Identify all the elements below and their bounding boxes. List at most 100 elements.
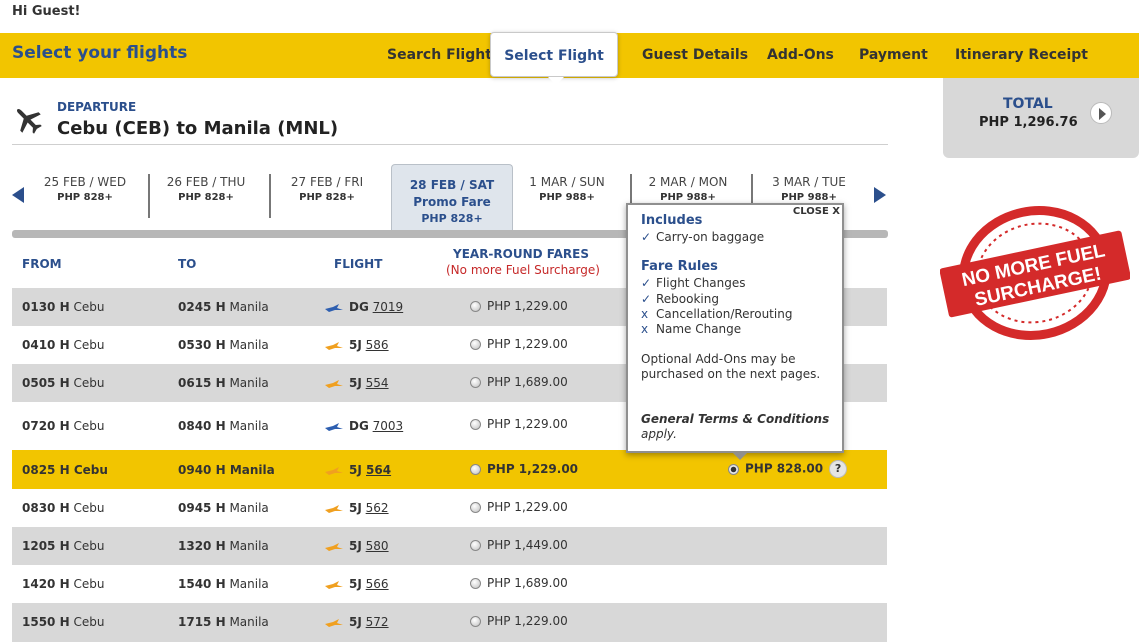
fare-price: PHP 1,229.00 bbox=[487, 500, 568, 514]
nav-search-flight[interactable]: Search Flight bbox=[387, 47, 492, 63]
arr-time: 0530 H bbox=[178, 338, 226, 352]
fare-radio[interactable] bbox=[470, 464, 481, 475]
fare-radio[interactable] bbox=[470, 578, 481, 589]
date-price: PHP 828+ bbox=[57, 192, 113, 203]
dep-time: 0410 H bbox=[22, 338, 70, 352]
flight-number-link[interactable]: 580 bbox=[366, 539, 389, 553]
dep-time: 0825 H bbox=[22, 463, 70, 477]
table-row: 0830 H Cebu 0945 H Manila 5J 562 PHP 1,2… bbox=[12, 489, 887, 527]
flight-number-link[interactable]: 564 bbox=[366, 463, 391, 477]
check-icon: ✓ bbox=[641, 276, 652, 290]
fare-radio[interactable] bbox=[470, 616, 481, 627]
rule-item: x Name Change bbox=[641, 322, 742, 336]
fare-price: PHP 1,229.00 bbox=[487, 614, 568, 628]
date-price: PHP 988+ bbox=[660, 192, 716, 203]
page-title: Select your flights bbox=[12, 43, 188, 63]
date-tab-27-feb[interactable]: 27 FEB / FRI PHP 828+ bbox=[267, 175, 387, 203]
nav-payment[interactable]: Payment bbox=[859, 47, 928, 63]
column-header-to: TO bbox=[178, 257, 197, 271]
flight-number-link[interactable]: 572 bbox=[366, 615, 389, 629]
dep-time: 1420 H bbox=[22, 577, 70, 591]
flight-code: 5J bbox=[349, 376, 362, 390]
date-tab-1-mar[interactable]: 1 MAR / SUN PHP 988+ bbox=[507, 175, 627, 203]
fare-price: PHP 1,229.00 bbox=[487, 417, 568, 431]
dep-time: 1205 H bbox=[22, 539, 70, 553]
fare-price: PHP 1,449.00 bbox=[487, 538, 568, 552]
fare-rules-heading: Fare Rules bbox=[641, 259, 718, 274]
dep-city: Cebu bbox=[73, 376, 105, 390]
no-fuel-surcharge-stamp: NO MORE FUEL SURCHARGE! bbox=[940, 206, 1130, 340]
fare-radio[interactable] bbox=[470, 339, 481, 350]
arr-time: 1715 H bbox=[178, 615, 226, 629]
arr-city: Manila bbox=[229, 376, 269, 390]
flight-code: 5J bbox=[349, 463, 362, 477]
check-icon: ✓ bbox=[641, 230, 652, 244]
flight-code: DG bbox=[349, 419, 369, 433]
nav-guest-details[interactable]: Guest Details bbox=[642, 47, 748, 63]
fare-price: PHP 1,689.00 bbox=[487, 576, 568, 590]
promo-fare-label: Promo Fare bbox=[413, 195, 491, 209]
arr-city: Manila bbox=[229, 501, 269, 515]
dep-time: 0505 H bbox=[22, 376, 70, 390]
arr-time: 0940 H bbox=[178, 463, 226, 477]
flight-code: 5J bbox=[349, 539, 362, 553]
fare-price: PHP 1,229.00 bbox=[487, 462, 579, 476]
cebgo-logo-icon bbox=[325, 303, 343, 312]
fare-info-popup: CLOSE X Includes ✓ Carry-on baggage Fare … bbox=[626, 203, 844, 453]
terms-link[interactable]: General Terms & Conditions bbox=[641, 412, 829, 426]
divider bbox=[12, 144, 888, 145]
departure-label: DEPARTURE bbox=[57, 100, 137, 114]
total-panel: TOTAL PHP 1,296.76 bbox=[943, 78, 1139, 158]
nav-itinerary-receipt[interactable]: Itinerary Receipt bbox=[955, 47, 1088, 63]
arr-city: Manila bbox=[229, 463, 275, 477]
fare-radio[interactable] bbox=[470, 502, 481, 513]
arr-time: 0840 H bbox=[178, 419, 226, 433]
next-dates-arrow-icon[interactable] bbox=[874, 187, 886, 203]
date-tab-25-feb[interactable]: 25 FEB / WED PHP 828+ bbox=[25, 175, 145, 203]
popup-close-button[interactable]: CLOSE X bbox=[793, 206, 840, 217]
flight-number-link[interactable]: 562 bbox=[366, 501, 389, 515]
flight-number-link[interactable]: 7003 bbox=[373, 419, 404, 433]
date-label: 27 FEB / FRI bbox=[290, 175, 364, 189]
flight-code: DG bbox=[349, 300, 369, 314]
dep-city: Cebu bbox=[73, 419, 105, 433]
airplane-icon bbox=[16, 108, 42, 134]
fare-radio[interactable] bbox=[470, 377, 481, 388]
help-icon[interactable]: ? bbox=[829, 460, 848, 478]
check-icon: ✓ bbox=[641, 292, 652, 306]
nav-add-ons[interactable]: Add-Ons bbox=[767, 47, 834, 63]
table-row: 1420 H Cebu 1540 H Manila 5J 566 PHP 1,6… bbox=[12, 565, 887, 603]
flight-number-link[interactable]: 586 bbox=[366, 338, 389, 352]
table-row-selected: 0825 H Cebu 0940 H Manila 5J 564 PHP 1,2… bbox=[12, 450, 887, 489]
fare-price: PHP 1,229.00 bbox=[487, 337, 568, 351]
rule-item: x Cancellation/Rerouting bbox=[641, 307, 793, 321]
fare-radio[interactable] bbox=[470, 419, 481, 430]
fare-radio[interactable] bbox=[470, 301, 481, 312]
fare-price: PHP 1,229.00 bbox=[487, 299, 568, 313]
cross-icon: x bbox=[641, 307, 649, 321]
date-label: 3 MAR / TUE bbox=[772, 175, 846, 189]
date-price: PHP 988+ bbox=[781, 192, 837, 203]
nav-select-flight[interactable]: Select Flight bbox=[490, 32, 618, 85]
flight-number-link[interactable]: 566 bbox=[366, 577, 389, 591]
dep-time: 0830 H bbox=[22, 501, 70, 515]
promo-fare-radio-selected[interactable] bbox=[728, 463, 739, 475]
date-tab-2-mar[interactable]: 2 MAR / MON PHP 988+ bbox=[628, 175, 748, 203]
date-label: 26 FEB / THU bbox=[166, 175, 246, 189]
continue-arrow-icon[interactable] bbox=[1090, 102, 1112, 124]
date-price: PHP 828+ bbox=[421, 212, 483, 225]
fares-title: YEAR-ROUND FARES bbox=[453, 247, 589, 261]
fare-radio[interactable] bbox=[470, 540, 481, 551]
flight-number-link[interactable]: 7019 bbox=[373, 300, 404, 314]
arr-time: 1320 H bbox=[178, 539, 226, 553]
date-label: 25 FEB / WED bbox=[43, 175, 127, 189]
date-tab-26-feb[interactable]: 26 FEB / THU PHP 828+ bbox=[146, 175, 266, 203]
flight-code: 5J bbox=[349, 615, 362, 629]
arr-city: Manila bbox=[229, 577, 269, 591]
prev-dates-arrow-icon[interactable] bbox=[12, 187, 24, 203]
header-bar: Select your flights Search Flight Select… bbox=[0, 32, 1139, 85]
date-tab-3-mar[interactable]: 3 MAR / TUE PHP 988+ bbox=[749, 175, 869, 203]
flight-number-link[interactable]: 554 bbox=[366, 376, 389, 390]
date-tab-28-feb[interactable]: 28 FEB / SAT Promo Fare PHP 828+ bbox=[391, 164, 513, 236]
arr-city: Manila bbox=[229, 615, 269, 629]
